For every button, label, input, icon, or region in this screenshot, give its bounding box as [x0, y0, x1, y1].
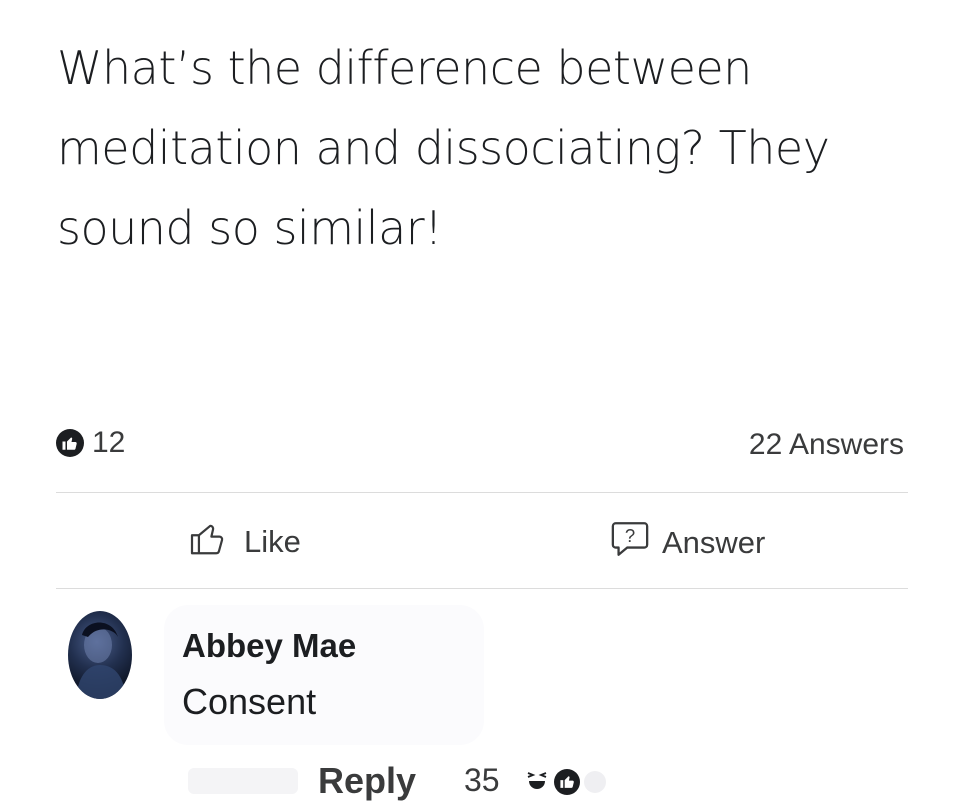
like-count-number: 12: [92, 426, 126, 459]
post-actions: Like ? Answer: [56, 520, 908, 572]
divider: [56, 588, 908, 589]
comment: Abbey Mae Consent: [68, 605, 908, 755]
answer-button-label: Answer: [662, 525, 766, 560]
faded-reaction: [584, 770, 606, 793]
reaction-icons[interactable]: [522, 764, 606, 799]
question-bubble-icon: ?: [610, 520, 650, 566]
comment-bubble: [164, 605, 484, 745]
haha-emoji-icon: [522, 764, 552, 799]
comment-author[interactable]: Abbey Mae: [182, 627, 356, 665]
reply-button[interactable]: Reply: [318, 760, 416, 802]
svg-text:?: ?: [625, 525, 635, 546]
comment-text: Consent: [182, 681, 317, 722]
like-button[interactable]: Like: [188, 520, 301, 564]
faded-action: [188, 768, 298, 794]
post-stats: 12 22 Answers: [56, 426, 906, 466]
thumbs-up-icon: [554, 768, 580, 795]
like-button-label: Like: [244, 524, 301, 559]
like-count[interactable]: 12: [56, 426, 125, 460]
question-title: What’s the difference between meditation…: [57, 41, 830, 255]
divider: [56, 492, 908, 493]
thumbs-up-icon: [56, 429, 84, 457]
reaction-count[interactable]: 35: [464, 762, 500, 799]
thumbs-up-outline-icon: [188, 520, 232, 564]
comment-footer: Reply 35: [56, 752, 908, 806]
avatar[interactable]: [68, 611, 132, 699]
answers-count[interactable]: 22 Answers: [749, 428, 904, 462]
answer-button[interactable]: ? Answer: [610, 520, 765, 566]
